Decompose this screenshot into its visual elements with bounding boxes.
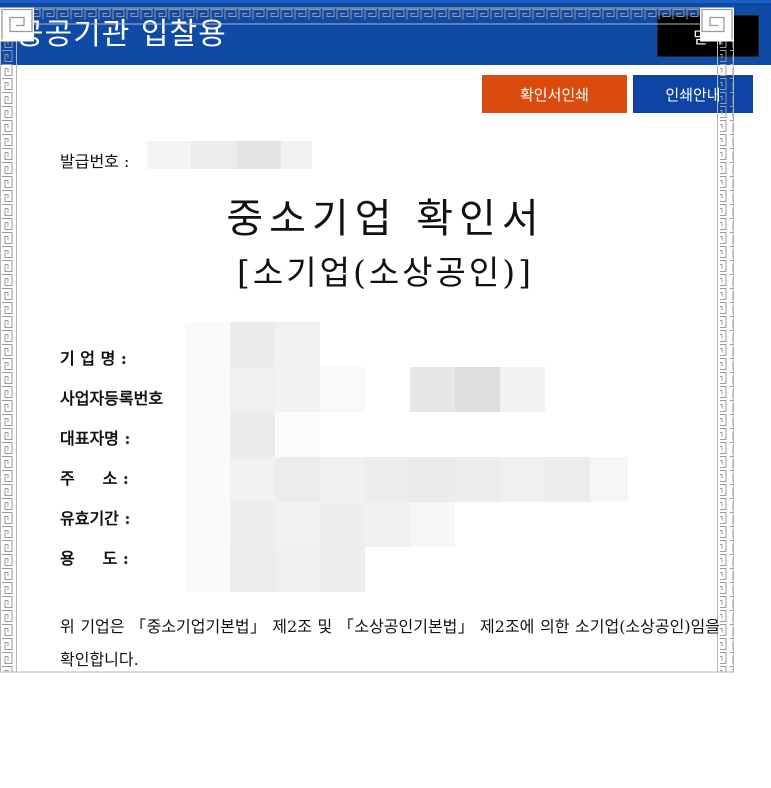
usage-label: 용 도 : xyxy=(60,549,129,568)
business-registration-label: 사업자등록번호 xyxy=(60,389,164,408)
certification-statement: 위 기업은 「중소기업기본법」 제2조 및 「소상공인기본법」 제2조에 의한 … xyxy=(60,617,720,669)
validity-period-label: 유효기간 : xyxy=(60,509,131,528)
certificate-title: 중소기업 확인서 xyxy=(226,196,545,242)
company-name-label: 기 업 명 : xyxy=(60,349,127,368)
address-label: 주 소 : xyxy=(60,469,129,488)
issue-number-redacted xyxy=(147,141,312,169)
certificate-border xyxy=(0,7,734,673)
issue-number-label: 발급번호 : xyxy=(60,152,130,171)
certificate-subtitle: [소기업(소상공인)] xyxy=(236,253,535,292)
representative-label: 대표자명 : xyxy=(60,429,131,448)
